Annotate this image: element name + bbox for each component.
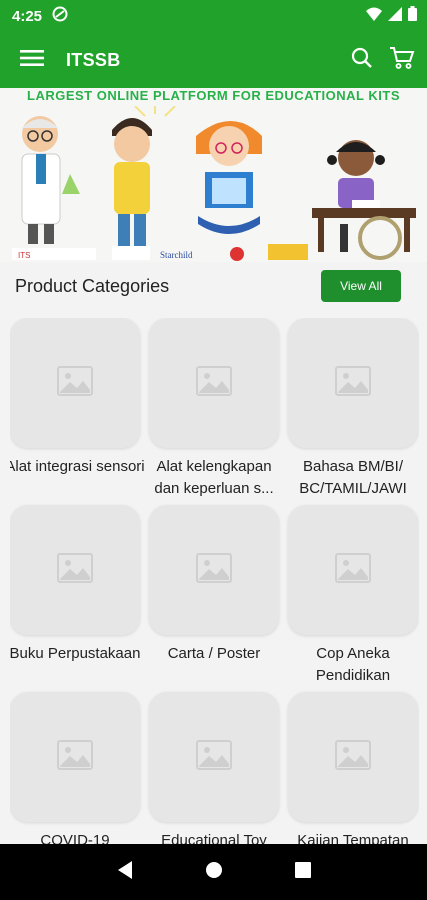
signal-icon	[388, 6, 402, 26]
partner-logos: ITS Starchild	[12, 244, 308, 261]
image-placeholder-icon	[57, 552, 93, 588]
category-item[interactable]: Alat integrasi sensori	[10, 318, 145, 504]
category-label: Carta / Poster	[167, 645, 261, 662]
wifi-icon	[366, 7, 382, 26]
category-item[interactable]: Educational Toy	[149, 692, 279, 844]
system-nav-bar	[0, 844, 427, 900]
image-placeholder-icon	[335, 552, 371, 588]
category-label: COVID-19	[40, 832, 110, 844]
category-thumbnail[interactable]	[149, 318, 279, 448]
category-thumbnail[interactable]	[10, 692, 140, 822]
category-thumbnail[interactable]	[149, 692, 279, 822]
category-thumbnail[interactable]	[288, 692, 418, 822]
app-title: ITSSB	[66, 49, 121, 70]
girl-desk-figure	[312, 140, 416, 260]
category-item[interactable]: Kajian Tempatan	[288, 692, 418, 844]
image-placeholder-icon	[57, 739, 93, 775]
section-title: Product Categories	[15, 275, 170, 296]
category-label: Educational Toy	[161, 832, 267, 844]
banner-tagline: LARGEST ONLINE PLATFORM FOR EDUCATIONAL …	[27, 88, 400, 103]
category-label: Buku Perpustakaan	[10, 645, 141, 662]
category-label: Alat integrasi sensori	[10, 458, 145, 475]
category-item[interactable]: Cop Aneka Pendidikan	[288, 505, 418, 691]
teacher-figure	[21, 116, 80, 244]
image-placeholder-icon	[196, 739, 232, 775]
category-thumbnail[interactable]	[149, 505, 279, 635]
promo-banner[interactable]: LARGEST ONLINE PLATFORM FOR EDUCATIONAL …	[0, 88, 427, 262]
status-time: 4:25	[12, 7, 43, 25]
home-icon[interactable]	[205, 861, 223, 884]
svg-text:ITS: ITS	[18, 251, 30, 260]
category-label: Alat kelengkapan dan keperluan s...	[154, 458, 274, 497]
image-placeholder-icon	[335, 739, 371, 775]
category-thumbnail[interactable]	[288, 318, 418, 448]
category-thumbnail[interactable]	[288, 505, 418, 635]
boy-figure	[112, 118, 152, 254]
category-label: Cop Aneka Pendidikan	[315, 645, 391, 684]
view-all-button[interactable]: View All	[321, 270, 401, 302]
banner-illustration: ITS Starchild	[12, 106, 416, 261]
category-item[interactable]: COVID-19	[10, 692, 140, 844]
category-item[interactable]: Bahasa BM/BI/ BC/TAMIL/JAWI	[288, 318, 418, 504]
category-grid: Alat integrasi sensori Alat kelengkapan d…	[10, 318, 419, 844]
back-icon[interactable]	[116, 860, 134, 885]
image-placeholder-icon	[57, 365, 93, 401]
do-not-disturb-icon	[52, 6, 68, 27]
category-label: Bahasa BM/BI/ BC/TAMIL/JAWI	[299, 458, 407, 497]
status-bar: 4:25	[0, 0, 427, 32]
svg-text:Starchild: Starchild	[160, 250, 193, 260]
image-placeholder-icon	[196, 365, 232, 401]
category-thumbnail[interactable]	[10, 318, 140, 448]
battery-icon	[408, 6, 417, 26]
category-item[interactable]: Alat kelengkapan dan keperluan s...	[149, 318, 279, 504]
app-bar: ITSSB	[0, 32, 427, 88]
recents-icon[interactable]	[295, 861, 312, 883]
category-thumbnail[interactable]	[10, 505, 140, 635]
category-item[interactable]: Buku Perpustakaan	[10, 505, 140, 691]
categories-header: Product Categories View All	[0, 262, 427, 310]
image-placeholder-icon	[196, 552, 232, 588]
search-icon[interactable]	[351, 47, 373, 74]
image-placeholder-icon	[335, 365, 371, 401]
category-label: Kajian Tempatan	[297, 832, 409, 844]
category-item[interactable]: Carta / Poster	[149, 505, 279, 691]
menu-icon[interactable]	[20, 49, 44, 72]
cart-icon[interactable]	[389, 46, 415, 75]
girl-reading-figure	[196, 121, 262, 234]
